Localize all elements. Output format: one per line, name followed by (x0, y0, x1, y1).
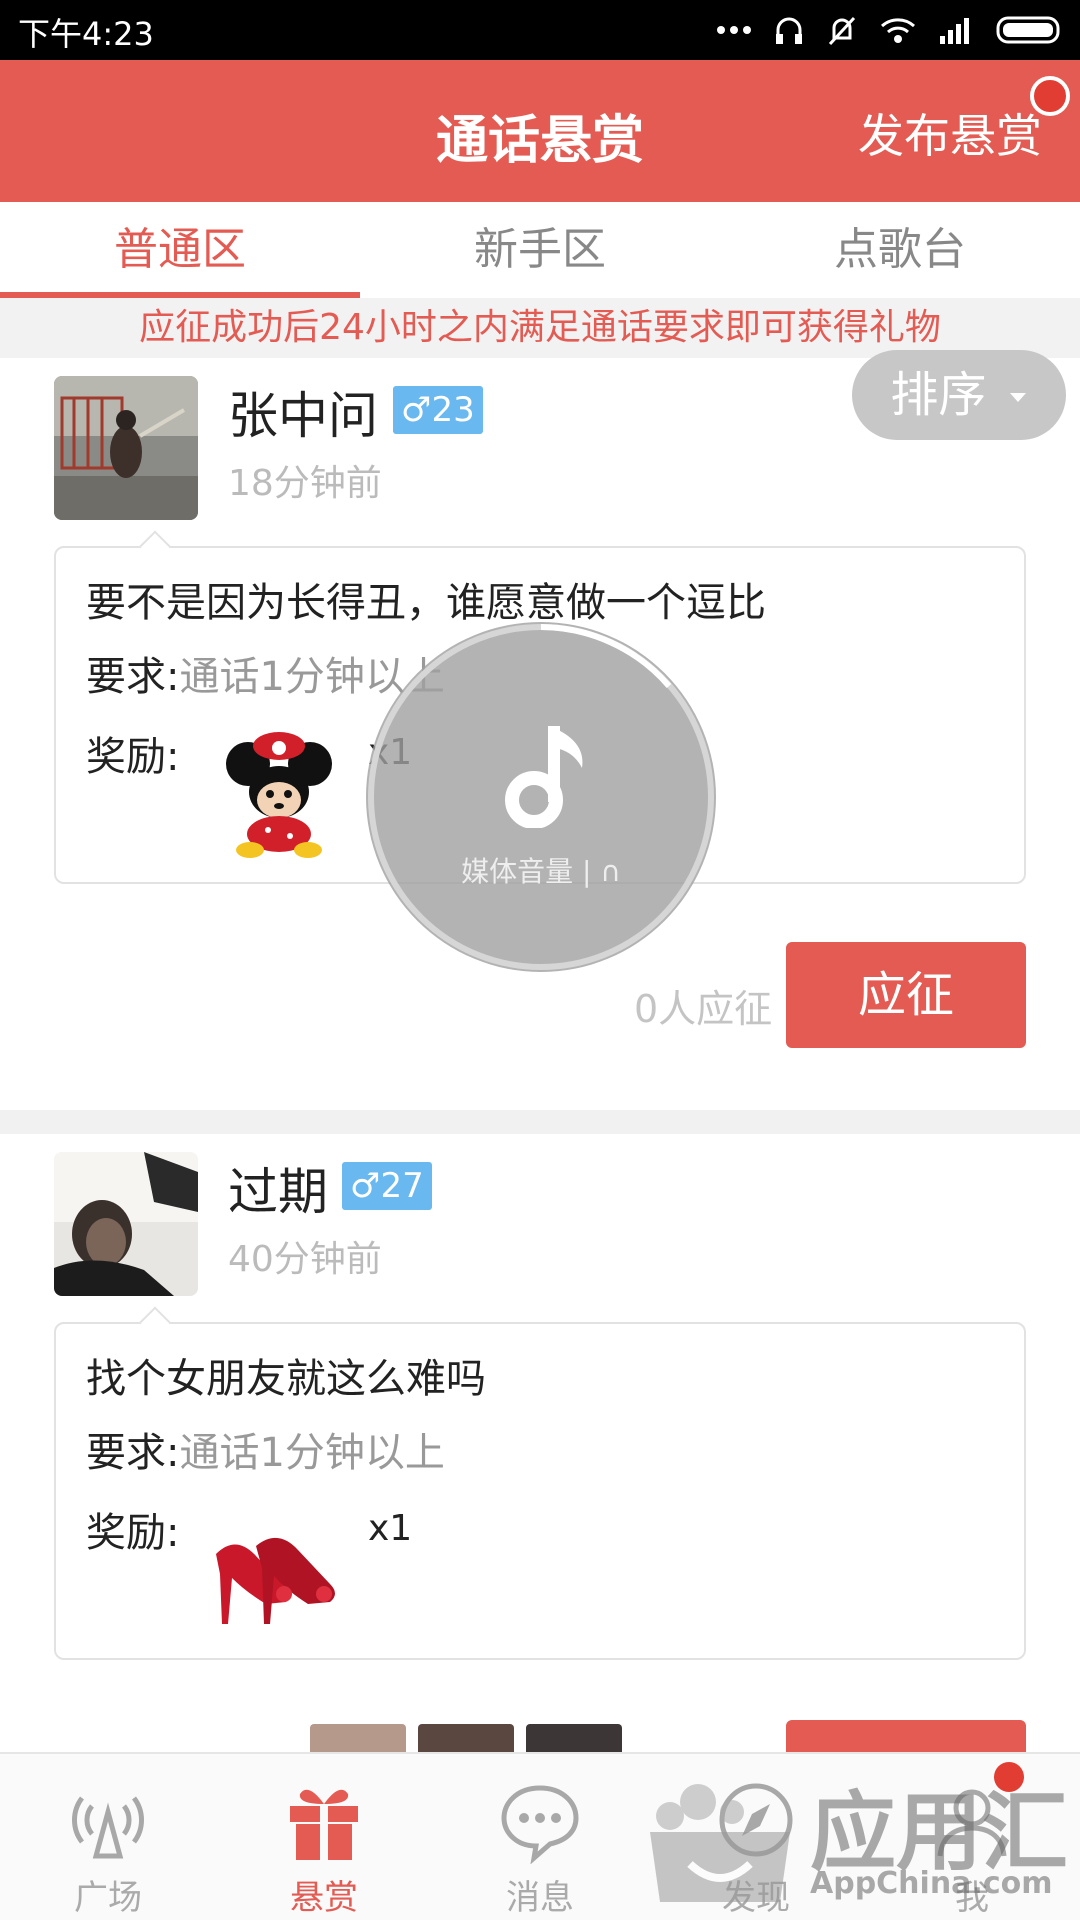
wifi-icon (881, 18, 915, 43)
avatar-photo (54, 1152, 198, 1296)
chat-bubble-icon (501, 1785, 579, 1864)
applicant-avatar[interactable] (310, 1724, 406, 1754)
watermark-logo (650, 1784, 790, 1902)
requirement-row: 要求:通话1分钟以上 (86, 1420, 445, 1478)
notice-banner: 应征成功后24小时之内满足通话要求即可获得礼物 (0, 298, 1080, 358)
gift-red-heels (206, 1494, 350, 1638)
post-message: 找个女朋友就这么难吗 (86, 1356, 486, 1402)
gift-minnie-plush (206, 718, 350, 862)
notification-dot (1030, 76, 1070, 116)
post-time: 40分钟前 (228, 1239, 382, 1280)
nav-item-square[interactable]: 广场 (0, 1754, 216, 1920)
publish-reward-button[interactable]: 发布悬赏 (858, 100, 1042, 166)
headphones-icon (776, 17, 802, 44)
mute-icon (828, 16, 856, 46)
nav-label: 广场 (74, 1878, 142, 1918)
nav-label: 消息 (506, 1878, 574, 1918)
applicant-count: 0人应征 (634, 987, 773, 1031)
bubble-tip (139, 1306, 171, 1338)
nav-item-reward[interactable]: 悬赏 (216, 1754, 432, 1920)
media-volume-overlay: 媒体音量 | ∩ (366, 622, 716, 972)
bubble-tip (139, 530, 171, 562)
music-note-icon (505, 726, 583, 828)
requirement-label: 要求: (86, 654, 180, 700)
gender-age-badge: ♂27 (342, 1162, 432, 1210)
sort-label: 排序 (890, 367, 987, 423)
watermark-sub: AppChina.com (810, 1866, 1053, 1901)
nav-label: 悬赏 (290, 1878, 358, 1918)
more-dots-icon (717, 26, 751, 34)
nav-item-messages[interactable]: 消息 (432, 1754, 648, 1920)
post-message: 要不是因为长得丑，谁愿意做一个逗比 (86, 580, 766, 626)
post-separator (0, 1110, 1080, 1134)
applicant-avatar[interactable] (526, 1724, 622, 1754)
apply-button[interactable]: 应征 (786, 942, 1026, 1048)
post-time: 18分钟前 (228, 463, 382, 504)
signal-icon (940, 18, 969, 44)
username[interactable]: 张中问 (228, 376, 378, 448)
gender-age-badge: ♂23 (393, 386, 483, 434)
reward-post: 过期 ♂27 40分钟前 找个女朋友就这么难吗 要求:通话1分钟以上 奖励: x… (0, 1134, 1080, 1752)
apply-button[interactable] (786, 1720, 1026, 1754)
status-icons (716, 12, 1066, 48)
app-screen: 下午4:23 通话悬赏 发布悬赏 普通区 新手区 点歌台 应征成功后24小时之内… (0, 0, 1080, 1920)
requirement-label: 要求: (86, 1430, 180, 1476)
reward-label: 奖励: (86, 734, 180, 780)
tab-song-request[interactable]: 点歌台 (720, 202, 1080, 298)
applicant-avatar[interactable] (418, 1724, 514, 1754)
username[interactable]: 过期 (228, 1152, 328, 1224)
requirement-value: 通话1分钟以上 (179, 1430, 445, 1476)
reward-quantity: x1 (368, 1508, 413, 1549)
tab-normal[interactable]: 普通区 (0, 202, 360, 298)
applicant-thumbnails (310, 1724, 622, 1754)
avatar-photo (54, 376, 198, 520)
sort-button[interactable]: 排序 (852, 350, 1066, 440)
reward-label: 奖励: (86, 1510, 180, 1556)
status-bar: 下午4:23 (0, 0, 1080, 60)
app-header: 通话悬赏 发布悬赏 (0, 60, 1080, 202)
status-time: 下午4:23 (18, 15, 154, 53)
post-content-box: 找个女朋友就这么难吗 要求:通话1分钟以上 奖励: x1 (54, 1306, 1026, 1660)
tab-newbie[interactable]: 新手区 (360, 202, 720, 298)
zone-tabs: 普通区 新手区 点歌台 (0, 202, 1080, 298)
battery-icon (996, 16, 1060, 44)
appchina-watermark: 应用汇 AppChina.com (640, 1762, 1070, 1912)
broadcast-icon (72, 1796, 144, 1859)
volume-label: 媒体音量 | ∩ (461, 855, 621, 888)
avatar[interactable] (54, 376, 198, 520)
caret-down-icon (1009, 393, 1026, 402)
gift-icon (290, 1789, 358, 1860)
avatar[interactable] (54, 1152, 198, 1296)
